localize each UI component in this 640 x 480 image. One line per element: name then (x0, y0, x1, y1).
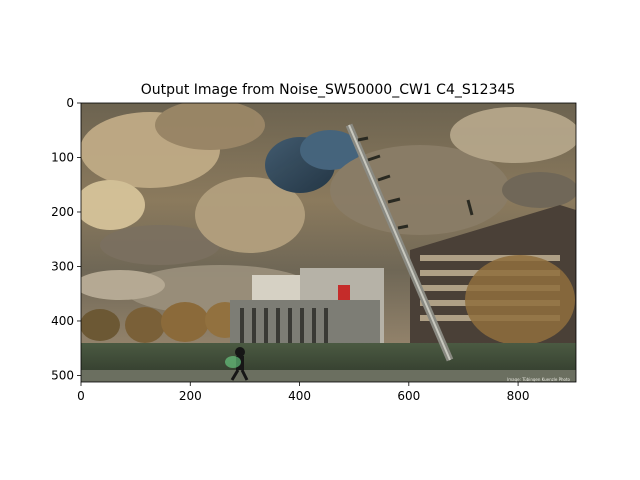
image-area: Image: Tübingen Kuenzle Photo (81, 103, 576, 382)
y-tick-label: 100 (51, 150, 74, 164)
x-tick-label: 0 (77, 389, 85, 403)
y-tick-label: 300 (51, 259, 74, 273)
figure: Output Image from Noise_SW50000_CW1 C4_S… (51, 82, 577, 403)
x-tick-label: 200 (179, 389, 202, 403)
figure-title: Output Image from Noise_SW50000_CW1 C4_S… (141, 82, 516, 98)
y-axis: 0 100 200 300 400 500 (51, 96, 81, 382)
x-axis: 0 200 400 600 800 (77, 382, 530, 403)
y-tick-label: 400 (51, 314, 74, 328)
y-tick-label: 0 (66, 96, 74, 110)
x-tick-label: 400 (288, 389, 311, 403)
corner-watermark: Image: Tübingen Kuenzle Photo (507, 377, 570, 382)
x-tick-label: 600 (397, 389, 420, 403)
central-building (230, 268, 384, 348)
y-tick-label: 200 (51, 205, 74, 219)
y-tick-label: 500 (51, 368, 74, 382)
x-tick-label: 800 (507, 389, 530, 403)
